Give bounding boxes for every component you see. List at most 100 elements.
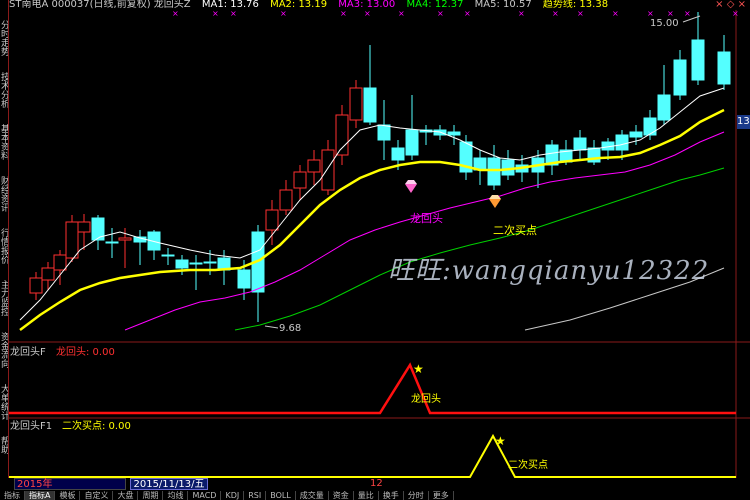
- top-markers: × × × × × × × × × × × × × × × × ×: [172, 10, 739, 18]
- dragon-return-label: 龙回头: [410, 212, 443, 225]
- sidebar-item[interactable]: 主力监控: [0, 280, 8, 328]
- ma2-value: MA2: 13.19: [270, 0, 328, 10]
- low-price-label: 9.68: [279, 323, 301, 334]
- tab[interactable]: 模板: [55, 491, 81, 500]
- tab[interactable]: 周期: [138, 491, 164, 500]
- top-marker: ×: [364, 10, 371, 18]
- sidebar-item[interactable]: 大单统计: [0, 384, 8, 432]
- top-marker: ×: [340, 10, 347, 18]
- tab[interactable]: 换手: [379, 491, 404, 500]
- indicator1-peak-label: 龙回头: [411, 392, 441, 405]
- tab[interactable]: RSI: [244, 491, 267, 500]
- candle-body: [237, 269, 251, 289]
- sidebar-item[interactable]: 分时走势: [0, 20, 8, 68]
- candle-body: [203, 261, 217, 264]
- candle-body: [717, 51, 731, 85]
- candle-body: [629, 131, 643, 138]
- symbol-title: ST南电A 000037(日线,前复权) 龙回头Z: [9, 0, 191, 10]
- top-marker: ×: [464, 10, 471, 18]
- top-marker: ×: [684, 10, 691, 18]
- top-marker: ×: [667, 10, 674, 18]
- sidebar-item[interactable]: 资金流向: [0, 332, 8, 380]
- tab[interactable]: BOLL: [266, 491, 296, 500]
- top-marker: ×: [437, 10, 444, 18]
- window-controls: × ◇ ×: [715, 0, 746, 10]
- candle-body: [77, 221, 91, 233]
- candle-body: [391, 147, 405, 161]
- kline-chart-area[interactable]: × × × × × × × × × × × × × × × × × 15.00 9.68 龙回头 二次买点 龙回…: [9, 10, 750, 478]
- bottom-tabs: 指标 指标A 模板 自定义 大盘 周期 均线 MACD KDJ RSI BOLL 成交量 资金 量比 换手分…: [0, 491, 750, 500]
- sidebar-item[interactable]: 行情报价: [0, 228, 8, 276]
- indicator1-value: 龙回头: 0.00: [56, 345, 115, 358]
- sidebar-item[interactable]: 财经资讯: [0, 176, 8, 224]
- sidebar-item[interactable]: 基本资料: [0, 124, 8, 172]
- candle-body: [53, 254, 67, 271]
- low-pointer: [264, 325, 279, 329]
- candle-body: [118, 237, 132, 241]
- candle-body: [447, 131, 461, 136]
- candle-body: [279, 189, 293, 211]
- tab[interactable]: 指标: [0, 491, 25, 500]
- gem-icon-2: [489, 195, 501, 208]
- top-marker: ×: [212, 10, 219, 18]
- tab[interactable]: MACD: [188, 491, 222, 500]
- tab[interactable]: 均线: [163, 491, 189, 500]
- indicator2-peak-label: 二次买点: [508, 458, 548, 471]
- indicator2-line: [9, 433, 736, 478]
- candle-body: [377, 124, 391, 141]
- top-marker: ×: [230, 10, 237, 18]
- candle-body: [657, 94, 671, 121]
- candle-body: [363, 87, 377, 123]
- tab[interactable]: 大盘: [113, 491, 139, 500]
- candle-body: [189, 262, 203, 265]
- indicator2-value: 二次买点: 0.00: [62, 419, 131, 432]
- candle-body: [573, 137, 587, 151]
- sidebar-item[interactable]: 帮助: [0, 436, 8, 484]
- second-buy-label: 二次买点: [493, 223, 537, 237]
- star-icon-2: ★: [495, 434, 506, 448]
- tab[interactable]: 量比: [354, 491, 379, 500]
- tab[interactable]: 更多: [429, 491, 454, 500]
- chart-header: ST南电A 000037(日线,前复权) 龙回头Z MA1: 13.76 MA2…: [9, 0, 750, 10]
- left-sidebar-strip: 分时走势技术分析基本资料财经资讯行情报价主力监控资金流向大单统计帮助: [0, 0, 9, 500]
- top-marker: ×: [647, 10, 654, 18]
- tab[interactable]: 指标A: [25, 491, 56, 500]
- candle-body: [161, 254, 175, 257]
- candle-body: [65, 221, 79, 259]
- restore-icon[interactable]: ◇: [727, 0, 735, 10]
- candle-body: [175, 259, 189, 269]
- candle-body: [487, 157, 501, 186]
- tab[interactable]: KDJ: [221, 491, 245, 500]
- high-price-label: 15.00: [650, 18, 679, 29]
- tab[interactable]: 成交量: [296, 491, 329, 500]
- top-marker: ×: [280, 10, 287, 18]
- ma3-value: MA3: 13.00: [338, 0, 396, 10]
- tab[interactable]: 分时: [404, 491, 429, 500]
- candle-body: [335, 114, 349, 156]
- candle-body: [615, 134, 629, 151]
- ma5-value: MA5: 10.57: [474, 0, 532, 10]
- cursor-date: 2015/11/13/五: [130, 478, 208, 490]
- top-marker: ×: [398, 10, 405, 18]
- tab[interactable]: 资金: [329, 491, 354, 500]
- star-icon: ★: [413, 362, 424, 376]
- top-marker: ×: [172, 10, 179, 18]
- tab[interactable]: 自定义: [80, 491, 114, 500]
- candle-body: [691, 39, 705, 81]
- sidebar-item[interactable]: 技术分析: [0, 72, 8, 120]
- indicator1-name: 龙回头F: [10, 345, 46, 358]
- top-marker: ×: [577, 10, 584, 18]
- close-icon[interactable]: ×: [715, 0, 723, 10]
- candle-body: [293, 171, 307, 189]
- candle-body: [643, 117, 657, 136]
- indicator2-name: 龙回头F1: [10, 419, 52, 432]
- trend-line-value: 趋势线: 13.38: [542, 0, 609, 10]
- ma4-value: MA4: 12.37: [406, 0, 464, 10]
- top-marker: ×: [552, 10, 559, 18]
- indicator1-line: [9, 362, 736, 415]
- candle-body: [105, 241, 119, 244]
- gem-icon: [405, 180, 417, 193]
- close-icon-2[interactable]: ×: [738, 0, 746, 10]
- candle-body: [321, 149, 335, 191]
- candle-body: [673, 59, 687, 96]
